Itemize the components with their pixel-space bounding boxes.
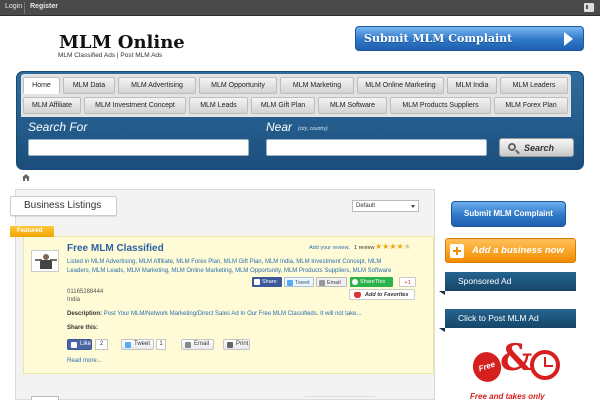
listing-phone: 01165288444: [67, 289, 104, 295]
nav-item-mlm-leads[interactable]: MLM Leads: [189, 97, 248, 114]
tweet-share-label: Tweet: [295, 280, 310, 286]
divider: [24, 2, 25, 14]
star-icon: ★: [389, 242, 397, 251]
login-link[interactable]: Login: [5, 3, 22, 10]
next-listing-rating: [305, 396, 375, 400]
nav-item-mlm-gift-plan[interactable]: MLM Gift Plan: [251, 97, 315, 114]
like-count: 2: [95, 339, 108, 350]
read-more-link[interactable]: Read more...: [67, 358, 102, 364]
listing-card: [23, 236, 434, 374]
post-ad-heading[interactable]: Click to Post MLM Ad: [439, 309, 576, 332]
sharethis-icon: [352, 279, 358, 285]
nav-item-mlm-products-suppliers[interactable]: MLM Products Suppliers: [390, 97, 491, 114]
top-bar: Login Register: [0, 0, 600, 16]
nav-item-mlm-forex-plan[interactable]: MLM Forex Plan: [494, 97, 568, 114]
add-business-button[interactable]: Add a business now: [445, 238, 576, 263]
review-count: 1 review: [354, 245, 375, 251]
main-nav: Home MLM Data MLM Advertising MLM Opport…: [21, 74, 571, 117]
near-label: Near: [266, 120, 293, 134]
tweet-share-button[interactable]: Tweet: [284, 277, 314, 287]
description-label: Description:: [67, 311, 103, 317]
search-icon: [508, 143, 516, 151]
email-share-label: Email: [327, 280, 341, 286]
nav-item-mlm-advertising[interactable]: MLM Advertising: [118, 77, 196, 94]
email-icon: [319, 280, 325, 286]
person-body: [40, 260, 52, 269]
email-button[interactable]: Email: [181, 339, 214, 350]
nav-item-mlm-investment-concept[interactable]: MLM Investment Concept: [84, 97, 186, 114]
arrow-right-icon: [564, 32, 573, 46]
nav-item-mlm-online-marketing[interactable]: MLM Online Marketing: [357, 77, 444, 94]
share-this-label: Share this:: [67, 325, 99, 331]
nav-item-mlm-affiliate[interactable]: MLM Affiliate: [23, 97, 81, 114]
add-to-favorites-label: Add to Favorites: [365, 292, 409, 298]
star-icon: ★: [403, 242, 411, 251]
add-to-favorites-button[interactable]: Add to Favorites: [349, 289, 415, 300]
listing-location: India: [67, 297, 81, 303]
home-icon[interactable]: [22, 174, 30, 181]
tweet-button[interactable]: Tweet: [121, 339, 154, 350]
gplus-button[interactable]: +1: [399, 277, 416, 287]
email-label: Email: [194, 341, 210, 347]
sharethis-label: ShareThis: [360, 279, 386, 285]
register-link[interactable]: Register: [30, 3, 58, 10]
next-listing-thumbnail[interactable]: [31, 396, 59, 400]
twitter-icon: [125, 342, 131, 348]
facebook-icon: [71, 342, 77, 348]
add-review-link[interactable]: Add your review,: [309, 245, 350, 251]
print-button[interactable]: Print: [223, 339, 250, 350]
sponsored-ad-heading: Sponsored Ad: [439, 272, 576, 295]
search-for-label: Search For: [28, 120, 88, 134]
email-icon: [185, 342, 191, 348]
search-input[interactable]: [28, 139, 249, 156]
nav-item-mlm-software[interactable]: MLM Software: [318, 97, 387, 114]
print-label: Print: [236, 341, 249, 347]
tweet-count: 1: [156, 339, 166, 350]
clock-icon: [530, 350, 560, 380]
description-text: Post Your MLM/Network Marketing/Direct S…: [103, 311, 362, 317]
sidebar-submit-complaint-button[interactable]: Submit MLM Complaint: [451, 201, 566, 227]
star-icon: ★: [396, 242, 404, 251]
facebook-share-label: Share: [262, 279, 277, 285]
like-label: Like: [80, 341, 92, 347]
search-button[interactable]: Search: [499, 138, 574, 157]
heart-icon: [354, 292, 361, 298]
listing-categories[interactable]: Listed in MLM Advertising, MLM Affiliate…: [67, 258, 397, 276]
print-icon: [227, 342, 233, 348]
nav-item-mlm-india[interactable]: MLM India: [447, 77, 497, 94]
nav-item-home[interactable]: Home: [23, 77, 60, 94]
submit-complaint-label: Submit MLM Complaint: [364, 32, 513, 45]
business-listings-heading: Business Listings: [10, 196, 117, 216]
facebook-share-button[interactable]: Share: [252, 277, 282, 287]
tweet-label: Tweet: [134, 341, 151, 347]
rss-icon[interactable]: [584, 3, 596, 12]
nav-item-mlm-marketing[interactable]: MLM Marketing: [280, 77, 354, 94]
site-tagline: MLM Classified Ads | Post MLM Ads: [58, 52, 163, 59]
sort-select[interactable]: Default: [352, 200, 419, 212]
listing-title[interactable]: Free MLM Classified: [67, 243, 164, 254]
ad-ampersand: &: [500, 337, 533, 379]
email-share-button[interactable]: Email: [316, 277, 347, 287]
nav-item-mlm-leaders[interactable]: MLM Leaders: [500, 77, 568, 94]
submit-complaint-banner[interactable]: Submit MLM Complaint: [355, 26, 584, 51]
near-input[interactable]: [266, 139, 487, 156]
search-button-label: Search: [524, 143, 555, 153]
nav-item-mlm-opportunity[interactable]: MLM Opportunity: [199, 77, 277, 94]
twitter-icon: [287, 280, 293, 286]
sharethis-button[interactable]: ShareThis: [350, 277, 393, 287]
facebook-like-button[interactable]: Like: [67, 339, 92, 350]
nav-item-mlm-data[interactable]: MLM Data: [63, 77, 115, 94]
plus-icon: [450, 244, 464, 258]
near-hint: (city, country): [298, 126, 328, 132]
listing-description: Description: Post Your MLM/Network Marke…: [67, 311, 361, 317]
listing-thumbnail[interactable]: [31, 250, 59, 272]
ad-caption[interactable]: Free and takes only: [470, 392, 545, 400]
add-business-label: Add a business now: [472, 245, 564, 256]
facebook-icon: [254, 279, 260, 285]
rating-stars: ★★★★★: [375, 242, 411, 251]
site-logo[interactable]: MLM Online: [59, 32, 185, 53]
featured-badge: Featured: [10, 226, 54, 237]
